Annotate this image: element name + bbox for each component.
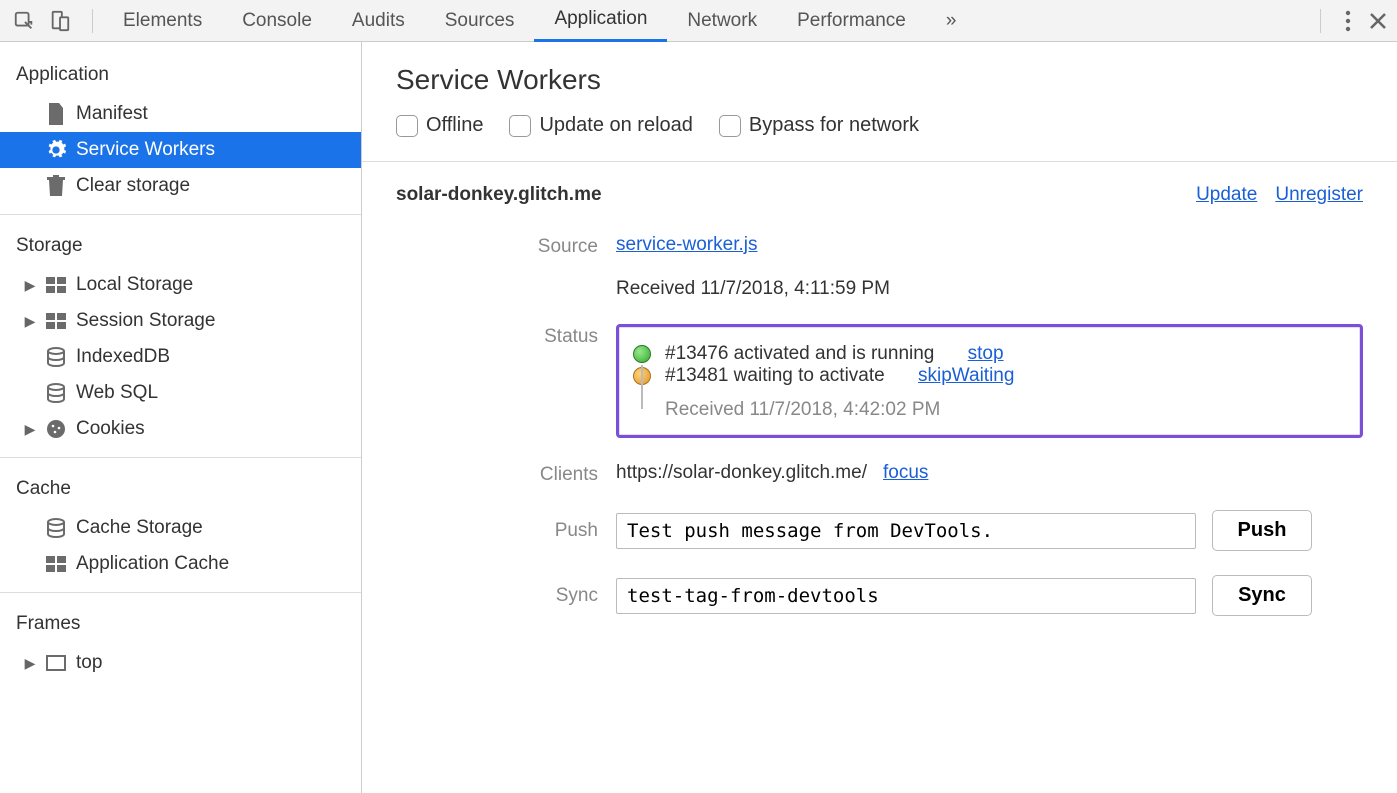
application-sidebar: Application ▶ Manifest ▶ Service Workers… [0, 42, 362, 793]
tab-elements[interactable]: Elements [103, 0, 222, 42]
sync-label: Sync [396, 575, 616, 607]
sidebar-item-local-storage[interactable]: ▶ Local Storage [0, 267, 361, 303]
clients-label: Clients [396, 462, 616, 486]
status-active-dot-icon [633, 345, 651, 363]
source-label: Source [396, 234, 616, 258]
sidebar-item-cache-storage[interactable]: ▶ Cache Storage [0, 510, 361, 546]
sidebar-item-indexeddb[interactable]: ▶ IndexedDB [0, 339, 361, 375]
sidebar-item-manifest[interactable]: ▶ Manifest [0, 96, 361, 132]
tab-console[interactable]: Console [222, 0, 332, 42]
sidebar-item-label: Application Cache [76, 553, 229, 575]
tabs-overflow[interactable]: » [926, 0, 977, 42]
inspect-icon[interactable] [10, 7, 38, 35]
update-link[interactable]: Update [1196, 184, 1257, 206]
update-on-reload-checkbox[interactable]: Update on reload [509, 114, 692, 137]
grid-icon [44, 273, 68, 297]
status-received-text: Received 11/7/2018, 4:42:02 PM [665, 399, 1334, 421]
tab-sources[interactable]: Sources [425, 0, 535, 42]
tab-audits[interactable]: Audits [332, 0, 425, 42]
expand-icon[interactable]: ▶ [24, 421, 36, 438]
client-url: https://solar-donkey.glitch.me/ [616, 462, 867, 484]
sidebar-item-application-cache[interactable]: ▶ Application Cache [0, 546, 361, 582]
sidebar-group-application: Application [0, 54, 361, 96]
status-active-text: #13476 activated and is running [665, 343, 934, 365]
sidebar-group-storage: Storage [0, 225, 361, 267]
origin-name: solar-donkey.glitch.me [396, 184, 602, 206]
sidebar-item-label: Cookies [76, 418, 145, 440]
unregister-link[interactable]: Unregister [1275, 184, 1363, 206]
main-content: Service Workers Offline Update on reload… [362, 42, 1397, 793]
sidebar-item-frame-top[interactable]: ▶ top [0, 645, 361, 681]
sync-button[interactable]: Sync [1212, 575, 1312, 616]
tab-performance[interactable]: Performance [777, 0, 926, 42]
sidebar-item-websql[interactable]: ▶ Web SQL [0, 375, 361, 411]
frame-icon [44, 651, 68, 675]
database-icon [44, 345, 68, 369]
sidebar-item-label: Web SQL [76, 382, 158, 404]
bypass-checkbox[interactable]: Bypass for network [719, 114, 919, 137]
source-file-link[interactable]: service-worker.js [616, 234, 757, 255]
device-icon[interactable] [46, 7, 74, 35]
expand-icon[interactable]: ▶ [24, 277, 36, 294]
skipwaiting-link[interactable]: skipWaiting [918, 365, 1014, 387]
push-input[interactable] [616, 513, 1196, 549]
sidebar-item-label: Manifest [76, 103, 148, 125]
database-icon [44, 516, 68, 540]
focus-link[interactable]: focus [883, 462, 928, 484]
sidebar-item-session-storage[interactable]: ▶ Session Storage [0, 303, 361, 339]
toolbar-divider [92, 9, 93, 33]
sidebar-item-label: Service Workers [76, 139, 215, 161]
kebab-icon[interactable] [1345, 10, 1351, 32]
tab-application[interactable]: Application [534, 0, 667, 42]
sidebar-item-label: Session Storage [76, 310, 215, 332]
push-button[interactable]: Push [1212, 510, 1312, 551]
file-icon [44, 102, 68, 126]
sidebar-item-service-workers[interactable]: ▶ Service Workers [0, 132, 361, 168]
grid-icon [44, 552, 68, 576]
close-icon[interactable] [1369, 12, 1387, 30]
expand-icon[interactable]: ▶ [24, 313, 36, 330]
offline-checkbox[interactable]: Offline [396, 114, 483, 137]
sidebar-group-frames: Frames [0, 603, 361, 645]
grid-icon [44, 309, 68, 333]
received-text: Received 11/7/2018, 4:11:59 PM [616, 278, 1363, 300]
page-title: Service Workers [396, 64, 1363, 96]
sidebar-item-label: IndexedDB [76, 346, 170, 368]
status-waiting-text: #13481 waiting to activate [665, 365, 885, 387]
sidebar-item-label: Clear storage [76, 175, 190, 197]
options-row: Offline Update on reload Bypass for netw… [396, 114, 1363, 137]
status-highlight-box: #13476 activated and is running stop #13… [616, 324, 1363, 438]
status-label: Status [396, 324, 616, 348]
sidebar-group-cache: Cache [0, 468, 361, 510]
sync-input[interactable] [616, 578, 1196, 614]
sidebar-item-label: Cache Storage [76, 517, 203, 539]
devtools-toolbar: Elements Console Audits Sources Applicat… [0, 0, 1397, 42]
sidebar-item-label: Local Storage [76, 274, 193, 296]
status-connector-line [641, 365, 643, 409]
push-label: Push [396, 510, 616, 542]
sidebar-item-cookies[interactable]: ▶ Cookies [0, 411, 361, 447]
database-icon [44, 381, 68, 405]
trash-icon [44, 174, 68, 198]
sidebar-item-label: top [76, 652, 102, 674]
tab-network[interactable]: Network [667, 0, 777, 42]
gear-icon [44, 138, 68, 162]
toolbar-separator [1320, 9, 1321, 33]
stop-link[interactable]: stop [968, 343, 1004, 365]
expand-icon[interactable]: ▶ [24, 655, 36, 672]
sidebar-item-clear-storage[interactable]: ▶ Clear storage [0, 168, 361, 204]
cookie-icon [44, 417, 68, 441]
